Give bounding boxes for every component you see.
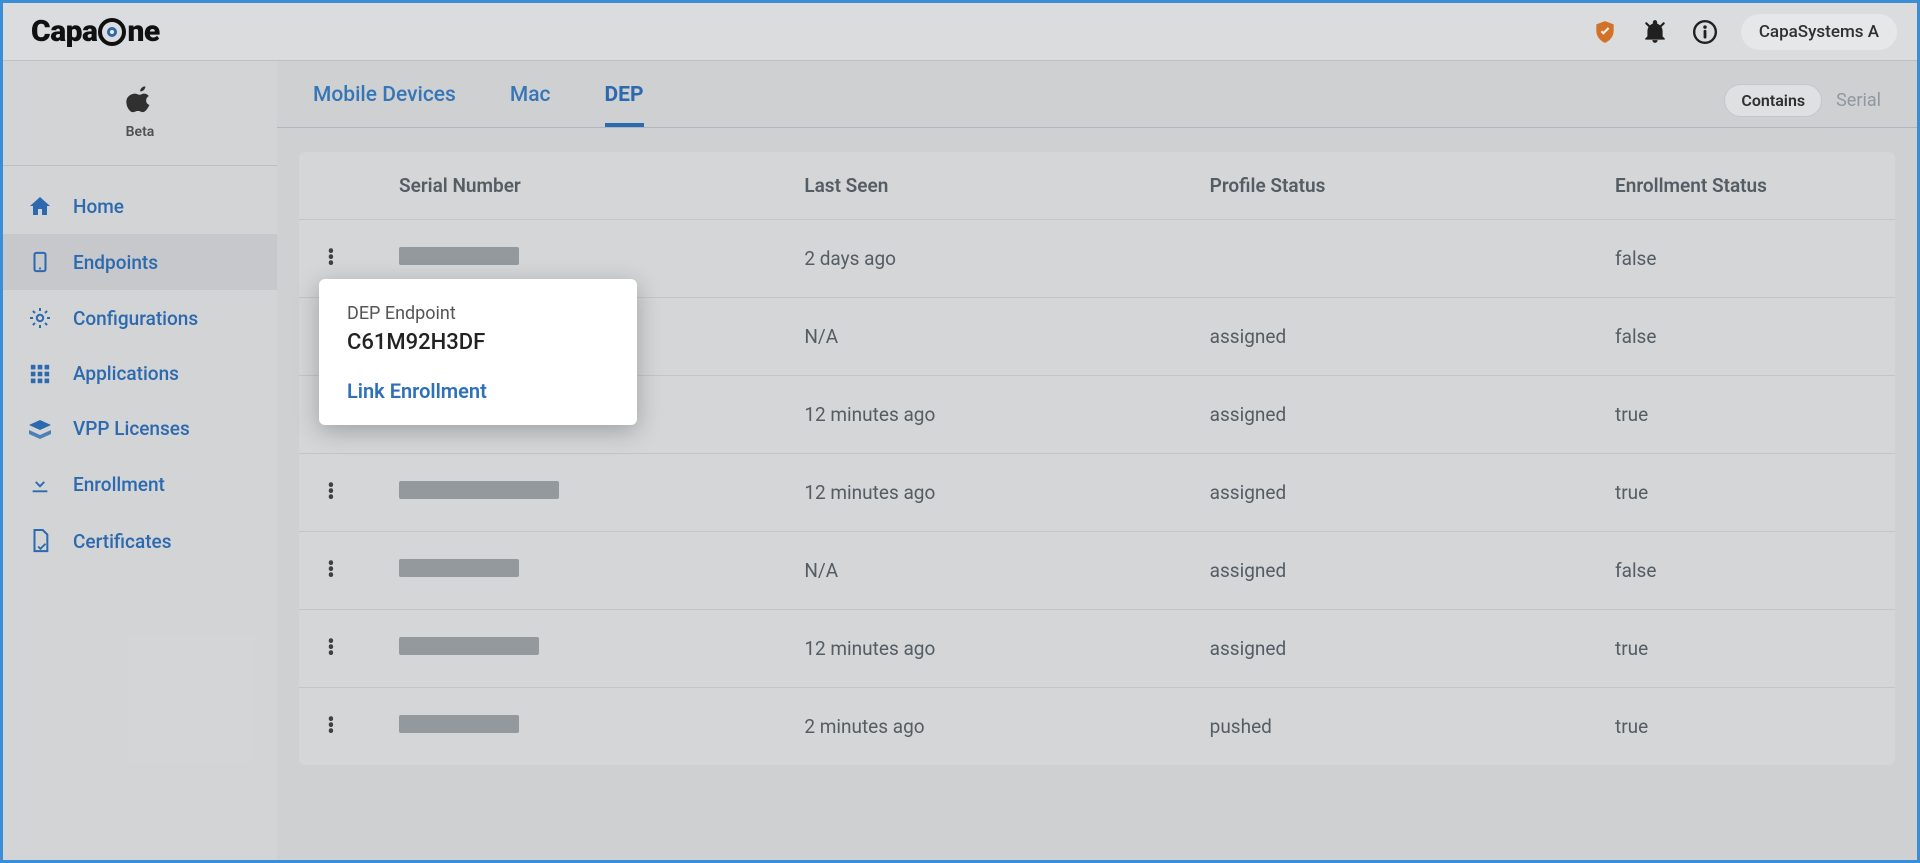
table-header-row: Serial Number Last Seen Profile Status E… [299,152,1895,219]
row-menu-button[interactable]: ••• [319,718,341,736]
cell-last-seen: N/A [804,559,1209,582]
apple-icon [126,86,154,124]
cell-enrollment-status: true [1615,403,1875,426]
beta-label: Beta [126,124,155,140]
tabs: Mobile Devices Mac DEP [313,83,644,127]
sidebar-top[interactable]: Beta [3,61,277,166]
sidebar-item-label: Enrollment [73,473,165,496]
redacted-text [399,481,559,499]
tab-mobile[interactable]: Mobile Devices [313,83,456,127]
cell-last-seen: 12 minutes ago [804,481,1209,504]
sidebar-item-configurations[interactable]: Configurations [3,290,277,346]
tab-mac[interactable]: Mac [510,83,551,127]
col-last-seen[interactable]: Last Seen [804,174,1209,197]
cell-profile-status: assigned [1210,403,1615,426]
sidebar-item-endpoints[interactable]: Endpoints [3,234,277,290]
filter-serial-label: Serial [1836,90,1881,111]
cell-serial [399,481,804,504]
cell-profile-status: assigned [1210,325,1615,348]
cell-enrollment-status: true [1615,637,1875,660]
org-selector[interactable]: CapaSystems A [1741,14,1897,50]
row-menu-button[interactable]: ••• [319,640,341,658]
tab-dep[interactable]: DEP [605,83,644,127]
cell-last-seen: 12 minutes ago [804,637,1209,660]
app-frame: Capa ne CapaSystems A [0,0,1920,863]
row-menu-button[interactable]: ••• [319,562,341,580]
logo-o-icon [97,17,127,47]
certificates-icon [27,528,53,554]
sidebar-item-applications[interactable]: Applications [3,346,277,401]
table-row[interactable]: ••• N/Aassignedfalse [299,531,1895,609]
sidebar-item-vpp[interactable]: VPP Licenses [3,401,277,456]
filter-wrap: Contains Serial [1724,84,1881,127]
org-name: CapaSystems A [1759,22,1879,42]
cell-last-seen: 12 minutes ago [804,403,1209,426]
cell-last-seen: 2 days ago [804,247,1209,270]
cell-profile-status: pushed [1210,715,1615,738]
sidebar-item-label: Home [73,195,124,218]
popover-serial: C61M92H3DF [347,330,609,355]
cell-profile-status: assigned [1210,637,1615,660]
sidebar-item-label: Configurations [73,307,198,330]
cell-last-seen: 2 minutes ago [804,715,1209,738]
sidebar-item-home[interactable]: Home [3,178,277,234]
logo-text-post: ne [127,14,159,49]
app-body: Beta Home Endpoints Configurations Applicat… [3,61,1917,860]
cell-enrollment-status: false [1615,325,1875,348]
header-right: CapaSystems A [1591,14,1897,50]
cell-serial [399,559,804,582]
cell-serial [399,247,804,270]
security-shield-icon[interactable] [1591,18,1619,46]
dep-table: Serial Number Last Seen Profile Status E… [299,152,1895,765]
applications-icon [27,363,53,385]
info-icon[interactable] [1691,18,1719,46]
cell-enrollment-status: false [1615,247,1875,270]
cell-serial [399,637,804,660]
col-enrollment-status[interactable]: Enrollment Status [1615,174,1875,197]
app-header: Capa ne CapaSystems A [3,3,1917,61]
cell-enrollment-status: true [1615,481,1875,504]
sidebar-item-label: Applications [73,362,179,385]
dep-endpoint-popover: DEP Endpoint C61M92H3DF Link Enrollment [319,279,637,425]
app-logo: Capa ne [31,14,160,49]
cell-profile-status: assigned [1210,481,1615,504]
table-row[interactable]: ••• 12 minutes agoassignedtrue [299,609,1895,687]
main-content: Mobile Devices Mac DEP Contains Serial Ser… [277,61,1917,860]
sidebar-item-label: Certificates [73,530,171,553]
cell-profile-status: assigned [1210,559,1615,582]
tabs-bar: Mobile Devices Mac DEP Contains Serial [277,61,1917,128]
sidebar-item-enrollment[interactable]: Enrollment [3,456,277,512]
configurations-icon [27,306,53,330]
vpp-icon [27,418,53,440]
redacted-text [399,637,539,655]
logo-text-pre: Capa [31,14,97,49]
col-profile-status[interactable]: Profile Status [1210,174,1615,197]
sidebar-item-certificates[interactable]: Certificates [3,512,277,570]
redacted-text [399,715,519,733]
row-menu-button[interactable]: ••• [319,250,341,268]
sidebar-item-label: Endpoints [73,251,158,274]
redacted-text [399,559,519,577]
notifications-bell-icon[interactable] [1641,18,1669,46]
cell-enrollment-status: false [1615,559,1875,582]
col-serial[interactable]: Serial Number [399,174,804,197]
sidebar-nav: Home Endpoints Configurations Applications V… [3,166,277,570]
cell-last-seen: N/A [804,325,1209,348]
cell-serial [399,715,804,738]
cell-enrollment-status: true [1615,715,1875,738]
sidebar: Beta Home Endpoints Configurations Applicat… [3,61,277,860]
row-menu-button[interactable]: ••• [319,484,341,502]
link-enrollment-button[interactable]: Link Enrollment [347,379,609,403]
table-row[interactable]: ••• 2 minutes agopushedtrue [299,687,1895,765]
filter-contains-pill[interactable]: Contains [1724,84,1822,117]
table-row[interactable]: ••• 12 minutes agoassignedtrue [299,453,1895,531]
endpoints-icon [27,250,53,274]
home-icon [27,194,53,218]
sidebar-item-label: VPP Licenses [73,417,190,440]
enrollment-icon [27,472,53,496]
redacted-text [399,247,519,265]
popover-title: DEP Endpoint [347,303,609,324]
